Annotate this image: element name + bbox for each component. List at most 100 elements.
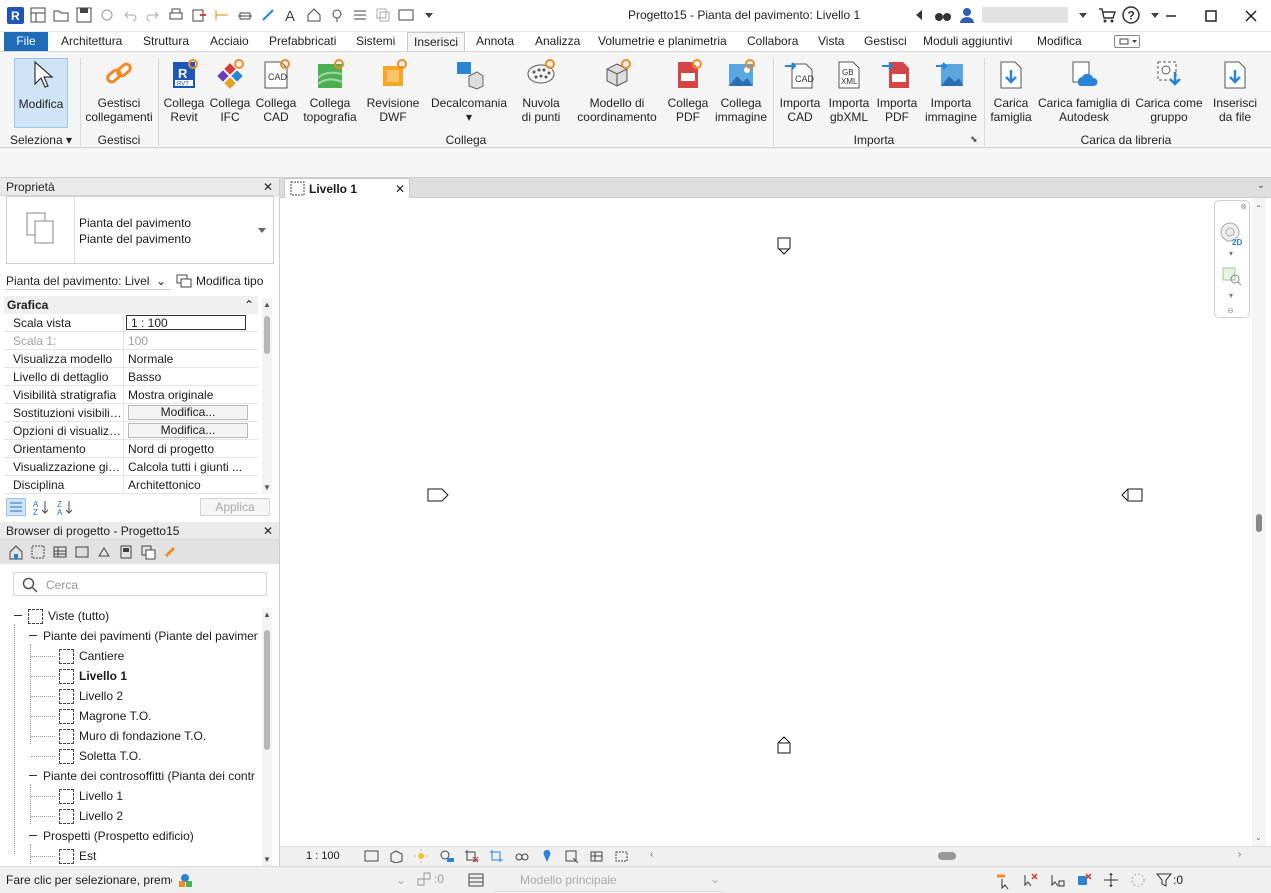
tree-view-item[interactable]: Cantiere bbox=[6, 646, 258, 666]
save-icon[interactable] bbox=[75, 6, 93, 24]
tree-view-item[interactable]: Livello 1 bbox=[6, 786, 258, 806]
worksharing-icon[interactable] bbox=[176, 871, 194, 889]
type-selector[interactable]: Pianta del pavimento Piante del paviment… bbox=[6, 196, 274, 264]
chevron-down-icon[interactable] bbox=[257, 225, 267, 235]
select-links-icon[interactable] bbox=[994, 871, 1012, 889]
sun-path-icon[interactable] bbox=[414, 849, 430, 863]
sort-descending-icon[interactable]: ZA bbox=[56, 498, 74, 516]
property-row[interactable]: Opzioni di visualizz... Modifica... bbox=[4, 422, 258, 440]
property-value[interactable]: Calcola tutti i giunti ... bbox=[124, 458, 258, 475]
close-icon[interactable]: ✕ bbox=[263, 522, 273, 540]
property-group-grafica[interactable]: Grafica ⌃ bbox=[4, 296, 258, 314]
property-row[interactable]: Livello di dettaglio Basso bbox=[4, 368, 258, 386]
sync-icon[interactable] bbox=[98, 6, 116, 24]
user-icon[interactable] bbox=[958, 6, 976, 24]
property-row[interactable]: Visibilità stratigrafia Mostra originale bbox=[4, 386, 258, 404]
user-account-name[interactable] bbox=[982, 7, 1068, 23]
panel-seleziona[interactable]: Seleziona ▾ bbox=[6, 132, 76, 148]
close-icon[interactable]: ✕ bbox=[263, 178, 273, 196]
property-row[interactable]: Scala 1: 100 bbox=[4, 332, 258, 350]
analytical-model-icon[interactable] bbox=[614, 849, 630, 863]
import-image-button[interactable]: Importa immagine bbox=[922, 58, 980, 128]
zoom-icon[interactable] bbox=[1221, 265, 1243, 287]
link-ifc-button[interactable]: Collega IFC bbox=[208, 58, 252, 128]
tab-analizza[interactable]: Analizza bbox=[529, 32, 586, 51]
property-row[interactable]: Visualizzazione giu... Calcola tutti i gi… bbox=[4, 458, 258, 476]
link-cad-button[interactable]: CAD Collega CAD bbox=[254, 58, 298, 128]
tree-root-views[interactable]: Viste (tutto) bbox=[6, 606, 258, 626]
south-elevation-marker[interactable] bbox=[777, 736, 791, 754]
legends-icon[interactable] bbox=[74, 544, 90, 560]
link-revit-button[interactable]: R RVT Collega Revit bbox=[162, 58, 206, 128]
reveal-hidden-icon[interactable] bbox=[564, 849, 580, 863]
close-icon[interactable] bbox=[1231, 0, 1271, 32]
property-value[interactable]: Normale bbox=[124, 350, 258, 367]
view-vertical-scrollbar[interactable]: ⌃ ⌄ bbox=[1252, 198, 1266, 846]
design-option-dropdown[interactable]: Modello principale ⌄ bbox=[494, 868, 724, 892]
edit-type-button[interactable]: Modifica tipo bbox=[176, 272, 263, 290]
filter-indicator[interactable]: :0 bbox=[1156, 872, 1183, 888]
export-icon[interactable] bbox=[190, 6, 208, 24]
tab-gestisci[interactable]: Gestisci bbox=[858, 32, 913, 51]
help-icon[interactable]: ? bbox=[1122, 6, 1140, 24]
tab-inserisci[interactable]: Inserisci bbox=[407, 32, 466, 52]
link-topography-button[interactable]: Collega topografia bbox=[300, 58, 360, 128]
temporary-hide-icon[interactable] bbox=[539, 849, 555, 863]
property-value[interactable]: Mostra originale bbox=[124, 386, 258, 403]
load-as-group-button[interactable]: Carica come gruppo bbox=[1134, 58, 1204, 128]
detail-level-icon[interactable] bbox=[364, 849, 380, 863]
select-underlay-icon[interactable] bbox=[1021, 871, 1039, 889]
close-icon[interactable]: ✕ bbox=[395, 179, 405, 199]
worksets-indicator[interactable]: :0 bbox=[416, 871, 444, 887]
import-pdf-button[interactable]: Importa PDF bbox=[874, 58, 920, 128]
property-edit-button[interactable]: Modifica... bbox=[128, 405, 248, 420]
properties-scrollbar[interactable]: ▲ ▼ bbox=[262, 298, 272, 494]
decal-button[interactable]: Decalcomania ▾ bbox=[428, 58, 510, 128]
property-value[interactable]: Nord di progetto bbox=[124, 440, 258, 457]
ribbon-minimize-toggle[interactable] bbox=[1114, 35, 1140, 48]
dimension-icon[interactable] bbox=[236, 6, 254, 24]
import-gbxml-button[interactable]: GB XML Importa gbXML bbox=[826, 58, 872, 128]
cart-icon[interactable] bbox=[1098, 6, 1116, 24]
collapse-icon[interactable] bbox=[14, 615, 22, 616]
link-image-button[interactable]: Collega immagine bbox=[712, 58, 770, 128]
collapse-icon[interactable] bbox=[29, 835, 37, 836]
links-icon[interactable] bbox=[162, 544, 178, 560]
home-icon[interactable] bbox=[8, 544, 24, 560]
tab-file[interactable]: File bbox=[4, 32, 48, 51]
home-grid-icon[interactable] bbox=[29, 6, 47, 24]
binoculars-icon[interactable] bbox=[934, 6, 952, 24]
dwf-markup-button[interactable]: Revisione DWF bbox=[364, 58, 422, 128]
link-pdf-button[interactable]: Collega PDF bbox=[664, 58, 712, 128]
tab-prefabbricati[interactable]: Prefabbricati bbox=[263, 32, 342, 51]
drag-elements-icon[interactable] bbox=[1102, 871, 1120, 889]
browser-search-input[interactable]: Cerca bbox=[13, 572, 267, 596]
crop-region-icon[interactable] bbox=[489, 849, 505, 863]
east-elevation-marker[interactable] bbox=[1121, 488, 1143, 502]
crop-view-icon[interactable] bbox=[464, 849, 480, 863]
point-cloud-button[interactable]: Nuvola di punti bbox=[516, 58, 566, 128]
select-pinned-icon[interactable] bbox=[1048, 871, 1066, 889]
print-icon[interactable] bbox=[167, 6, 185, 24]
background-process-icon[interactable] bbox=[1129, 871, 1147, 889]
tree-group[interactable]: Prospetti (Prospetto edificio) bbox=[6, 826, 258, 846]
tab-acciaio[interactable]: Acciaio bbox=[204, 32, 255, 51]
tree-view-item[interactable]: Est bbox=[6, 846, 258, 866]
tab-modifica[interactable]: Modifica bbox=[1031, 32, 1088, 51]
maximize-icon[interactable] bbox=[1191, 0, 1231, 32]
apply-button[interactable]: Applica bbox=[200, 498, 270, 516]
tree-view-item[interactable]: Soletta T.O. bbox=[6, 746, 258, 766]
chevron-down-icon[interactable]: ⌄ bbox=[396, 873, 406, 887]
chevron-left-icon[interactable] bbox=[910, 6, 928, 24]
sheets-icon[interactable] bbox=[118, 544, 134, 560]
import-cad-button[interactable]: CAD Importa CAD bbox=[776, 58, 824, 128]
property-row[interactable]: Disciplina Architettonico bbox=[4, 476, 258, 494]
property-row[interactable]: Sostituzioni visibilit... Modifica... bbox=[4, 404, 258, 422]
hscroll-right-icon[interactable]: › bbox=[1238, 849, 1241, 860]
tree-view-item[interactable]: Muro di fondazione T.O. bbox=[6, 726, 258, 746]
tab-sistemi[interactable]: Sistemi bbox=[350, 32, 401, 51]
view-scale-input[interactable]: 1 : 100 bbox=[126, 315, 246, 330]
tree-view-item[interactable]: Livello 2 bbox=[6, 686, 258, 706]
panel-importa-launcher-icon[interactable]: ⬊ bbox=[970, 134, 978, 145]
groups-icon[interactable] bbox=[140, 544, 156, 560]
